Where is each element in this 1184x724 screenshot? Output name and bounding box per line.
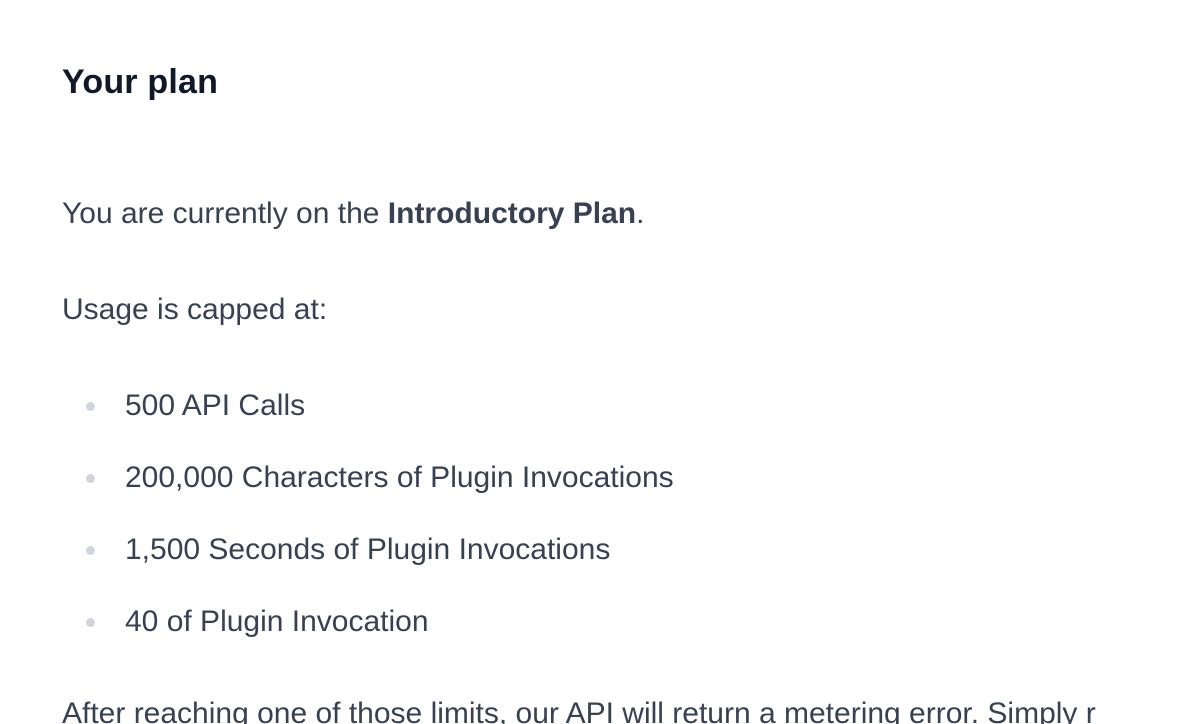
limit-text: 1,500 Seconds of Plugin Invocations [125,533,611,566]
current-plan-text: You are currently on the Introductory Pl… [62,196,644,232]
bullet-icon [86,546,95,555]
intro-prefix: You are currently on the [62,197,388,230]
limit-text: 40 of Plugin Invocation [125,605,429,638]
bullet-icon [86,474,95,483]
intro-suffix: . [636,197,645,230]
bullet-icon [86,618,95,627]
metering-error-text: After reaching one of those limits, our … [62,697,1096,724]
limit-text: 200,000 Characters of Plugin Invocations [125,461,674,494]
limit-text: 500 API Calls [125,389,306,422]
page-title: Your plan [62,63,219,101]
usage-cap-label: Usage is capped at: [62,293,328,326]
plan-name: Introductory Plan [387,197,637,230]
bullet-icon [86,402,95,411]
plan-section: Your plan You are currently on the Intro… [62,0,1184,724]
